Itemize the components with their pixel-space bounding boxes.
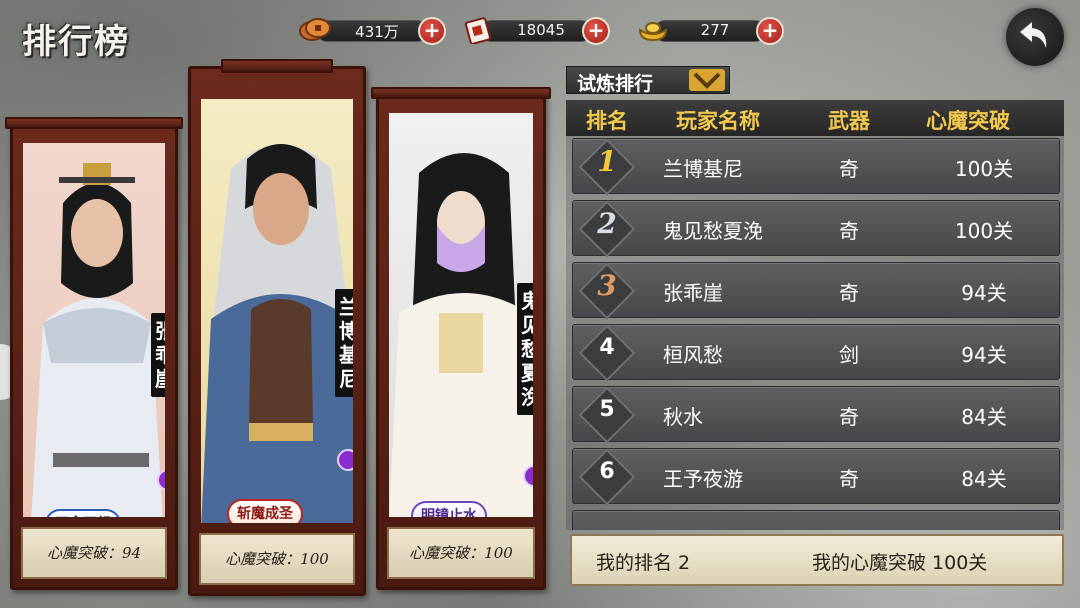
header-rank: 排名	[586, 109, 628, 133]
back-button[interactable]	[1006, 8, 1064, 66]
player-name: 张乖崖	[663, 281, 723, 305]
header-weapon: 武器	[828, 109, 870, 133]
add-copper-button[interactable]: +	[418, 17, 446, 45]
podium-footer-2: 心魔突破：100	[387, 527, 535, 579]
rank-number: 3	[597, 269, 617, 302]
ranking-type-dropdown[interactable]: 试炼排行	[566, 66, 730, 95]
ranking-table[interactable]: 1 兰博基尼 奇 100关 2 鬼见愁夏浼 奇 100关 3 张乖崖 奇 94关…	[566, 136, 1064, 530]
player-stage: 84关	[961, 467, 1007, 491]
player-name: 鬼见愁夏浼	[663, 219, 763, 243]
podium-portrait-1: 兰博基尼 斩魔成圣	[201, 99, 353, 523]
player-weapon: 奇	[839, 157, 859, 181]
my-rank-bar: 我的排名 2 我的心魔突破 100关	[570, 534, 1064, 586]
ranking-type-label: 试炼排行	[577, 73, 654, 95]
podium-portrait-3: 张乖崖 无念无想	[23, 143, 165, 517]
currency-gold: 277 +	[636, 14, 786, 46]
my-rank-text: 我的排名 2	[596, 552, 691, 574]
rank-number: 4	[599, 335, 615, 360]
header-player-name: 玩家名称	[676, 109, 760, 133]
player-name: 兰博基尼	[663, 157, 743, 181]
table-row[interactable]: 2 鬼见愁夏浼 奇 100关	[572, 200, 1060, 258]
player-stage: 100关	[954, 157, 1014, 181]
rank-number: 6	[599, 459, 615, 484]
player-name: 桓风愁	[663, 343, 723, 367]
player-weapon: 奇	[839, 405, 859, 429]
chevron-down-icon	[689, 69, 725, 91]
podium-name-3: 张乖崖	[151, 313, 165, 397]
player-weapon: 奇	[839, 467, 859, 491]
player-stage: 100关	[954, 219, 1014, 243]
character-portrait-zhang	[31, 163, 163, 517]
podium-card-2[interactable]: 鬼见愁夏浼 明镜止水 心魔突破：100	[371, 87, 551, 590]
currency-gold-value: 277	[700, 21, 730, 39]
header-stage: 心魔突破	[926, 109, 1010, 133]
player-name: 王予夜游	[663, 467, 743, 491]
podium-card-1[interactable]: 兰博基尼 斩魔成圣 心魔突破：100	[188, 59, 366, 596]
table-row[interactable]: 5 秋水 奇 84关	[572, 386, 1060, 444]
my-stage-text: 我的心魔突破 100关	[812, 552, 988, 574]
rank-number: 1	[597, 145, 617, 178]
podium-title-1: 斩魔成圣	[227, 499, 303, 523]
currency-copper: 431万 +	[298, 14, 448, 46]
rank-number: 5	[599, 397, 615, 422]
currency-token-value: 18045	[517, 21, 565, 39]
table-row[interactable]: 1 兰博基尼 奇 100关	[572, 138, 1060, 196]
table-row[interactable]: 4 桓风愁 剑 94关	[572, 324, 1060, 382]
podium-name-2: 鬼见愁夏浼	[517, 283, 533, 415]
back-arrow-icon	[1020, 22, 1047, 48]
podium-title-2: 明镜止水	[411, 501, 487, 517]
podium-name-1: 兰博基尼	[335, 289, 353, 397]
gold-ingot-icon	[638, 22, 668, 42]
page-title: 排行榜	[22, 22, 130, 62]
add-token-button[interactable]: +	[582, 17, 610, 45]
podium-portrait-2: 鬼见愁夏浼 明镜止水	[389, 113, 533, 517]
character-portrait-lanbo	[201, 144, 353, 523]
player-weapon: 奇	[839, 219, 859, 243]
currency-copper-value: 431万	[355, 23, 399, 41]
player-stage: 94关	[961, 281, 1007, 305]
podium-title-3: 无念无想	[45, 509, 121, 517]
podium-card-3[interactable]: 张乖崖 无念无想 心魔突破：94	[5, 117, 183, 590]
player-stage: 94关	[961, 343, 1007, 367]
player-weapon: 剑	[839, 343, 859, 367]
ranking-table-header: 排名 玩家名称 武器 心魔突破	[566, 100, 1064, 136]
player-name: 秋水	[663, 405, 703, 429]
copper-coins-icon	[299, 18, 331, 41]
table-row[interactable]: 3 张乖崖 奇 94关	[572, 262, 1060, 320]
player-weapon: 奇	[839, 281, 859, 305]
add-gold-button[interactable]: +	[756, 17, 784, 45]
rank-number: 2	[597, 207, 617, 240]
player-stage: 84关	[961, 405, 1007, 429]
character-portrait-guijian	[389, 153, 533, 517]
podium-footer-3: 心魔突破：94	[21, 527, 167, 579]
scroll-token-icon	[464, 17, 492, 44]
currency-token: 18045 +	[462, 14, 612, 46]
table-row-partial[interactable]	[572, 510, 1060, 530]
swirl-emblem-icon	[337, 449, 353, 471]
table-row[interactable]: 6 王予夜游 奇 84关	[572, 448, 1060, 506]
podium-footer-1: 心魔突破：100	[199, 533, 355, 585]
